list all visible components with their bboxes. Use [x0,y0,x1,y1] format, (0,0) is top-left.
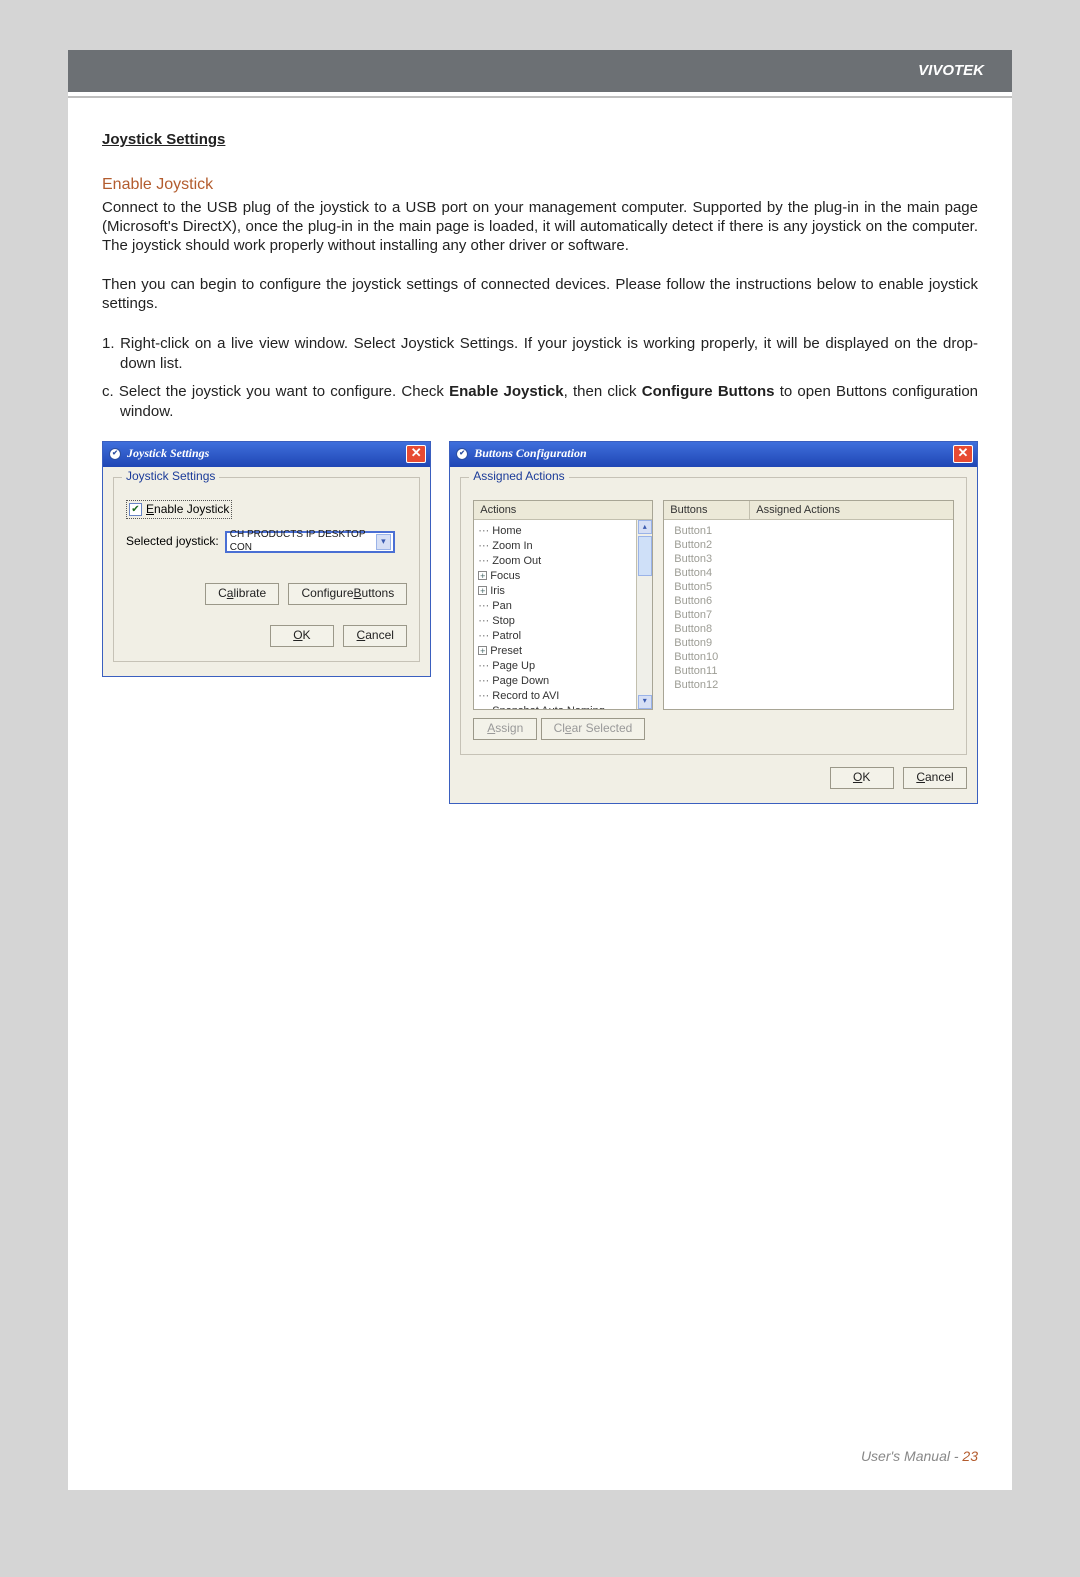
configure-buttons-button[interactable]: Configure Buttons [288,583,407,605]
header-band: VIVOTEK [68,50,1012,92]
dialog2-titlebar[interactable]: ✔ Buttons Configuration ✕ [450,442,977,467]
dialog2-ok-button[interactable]: OK [830,767,894,789]
button-list-item[interactable]: Button3 [668,552,951,566]
scroll-up-icon[interactable]: ▴ [638,520,652,534]
selected-joystick-dropdown[interactable]: CH PRODUCTS IP DESKTOP CON ▾ [225,531,395,553]
scrollbar[interactable]: ▴ ▾ [636,520,652,709]
dialog1-title: Joystick Settings [127,446,209,461]
app-icon: ✔ [456,448,468,460]
button-list-item[interactable]: Button5 [668,580,951,594]
enable-joystick-checkbox[interactable]: ✔ [129,503,142,516]
scroll-down-icon[interactable]: ▾ [638,695,652,709]
action-tree-item[interactable]: ⋯ Record to AVI [478,689,650,704]
step-c-prefix: c. [102,383,119,400]
close-icon[interactable]: ✕ [406,445,426,463]
step-c-bold-enable: Enable Joystick [449,383,563,400]
action-tree-item[interactable]: +Iris [478,584,650,599]
button-list-item[interactable]: Button6 [668,594,951,608]
page-number: 23 [962,1448,978,1464]
step-c: c. Select the joystick you want to confi… [102,382,978,423]
button-list-item[interactable]: Button4 [668,566,951,580]
step-1: 1. Right-click on a live view window. Se… [102,334,978,375]
action-tree-item[interactable]: ⋯ Home [478,524,650,539]
button-list-item[interactable]: Button12 [668,678,951,692]
dialog2-cancel-button[interactable]: Cancel [903,767,967,789]
brand-label: VIVOTEK [68,50,1012,79]
action-tree-item[interactable]: ⋯ Snapshot Auto Naming [478,704,650,709]
dialog1-group-legend: Joystick Settings [122,469,219,484]
button-list-item[interactable]: Button8 [668,622,951,636]
action-tree-item[interactable]: +Preset [478,644,650,659]
calibrate-button[interactable]: Calibrate [205,583,279,605]
step-c-text-a: Select the joystick you want to configur… [119,383,449,400]
dialog2-group-legend: Assigned Actions [469,469,568,484]
action-tree-item[interactable]: +Focus [478,569,650,584]
actions-tree[interactable]: ⋯ Home⋯ Zoom In⋯ Zoom Out+Focus+Iris⋯ Pa… [474,520,652,709]
assigned-actions-column-header: Assigned Actions [749,501,953,520]
footer-label: User's Manual - [861,1448,962,1464]
close-icon[interactable]: ✕ [953,445,973,463]
footer: User's Manual - 23 [861,1448,978,1464]
action-tree-item[interactable]: ⋯ Patrol [478,629,650,644]
selected-joystick-value: CH PRODUCTS IP DESKTOP CON [230,529,376,555]
action-tree-item[interactable]: ⋯ Page Up [478,659,650,674]
chevron-down-icon[interactable]: ▾ [376,534,391,550]
button-list-item[interactable]: Button9 [668,636,951,650]
clear-selected-button[interactable]: Clear Selected [541,718,646,740]
expand-icon[interactable]: + [478,586,487,595]
action-tree-item[interactable]: ⋯ Zoom Out [478,554,650,569]
step-1-text: Right-click on a live view window. Selec… [120,335,978,372]
expand-icon[interactable]: + [478,571,487,580]
paragraph-1: Connect to the USB plug of the joystick … [102,198,978,256]
action-tree-item[interactable]: ⋯ Zoom In [478,539,650,554]
action-tree-item[interactable]: ⋯ Page Down [478,674,650,689]
button-list-item[interactable]: Button10 [668,650,951,664]
action-tree-item[interactable]: ⋯ Pan [478,599,650,614]
buttons-configuration-dialog: ✔ Buttons Configuration ✕ Assigned Actio… [449,441,978,804]
enable-joystick-label: EEnable Joysticknable Joystick [146,502,229,516]
dialog1-titlebar[interactable]: ✔ Joystick Settings ✕ [103,442,430,467]
assign-button[interactable]: Assign [473,718,537,740]
button-list-item[interactable]: Button2 [668,538,951,552]
buttons-column-header: Buttons [664,501,749,520]
step-c-text-mid: , then click [564,383,642,400]
dialog1-cancel-button[interactable]: Cancel [343,625,407,647]
action-tree-item[interactable]: ⋯ Stop [478,614,650,629]
app-icon: ✔ [109,448,121,460]
section-title: Joystick Settings [102,130,978,149]
dialog2-title: Buttons Configuration [474,446,586,461]
button-list-item[interactable]: Button11 [668,664,951,678]
actions-column-header: Actions [474,501,652,520]
step-c-bold-configure: Configure Buttons [642,383,775,400]
subheading: Enable Joystick [102,175,978,195]
buttons-list[interactable]: Button1Button2Button3Button4Button5Butto… [664,520,953,696]
paragraph-2: Then you can begin to configure the joys… [102,275,978,313]
expand-icon[interactable]: + [478,646,487,655]
dialog1-ok-button[interactable]: OK [270,625,334,647]
button-list-item[interactable]: Button7 [668,608,951,622]
joystick-settings-dialog: ✔ Joystick Settings ✕ Joystick Settings … [102,441,431,678]
selected-joystick-label: Selected joystick: [126,534,219,549]
step-1-number: 1. [102,335,120,352]
scroll-thumb[interactable] [638,536,652,576]
button-list-item[interactable]: Button1 [668,524,951,538]
